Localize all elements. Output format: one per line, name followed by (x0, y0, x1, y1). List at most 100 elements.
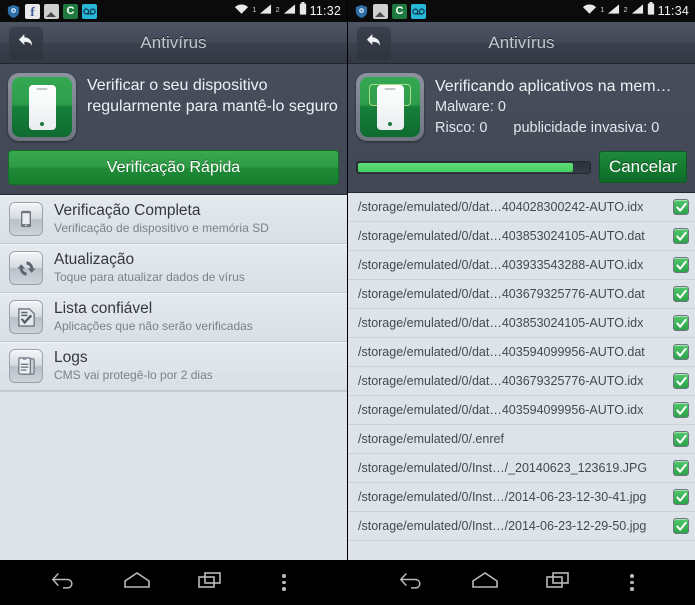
voicemail-icon (82, 3, 97, 19)
menu-item-subtitle: CMS vai protegê-lo por 2 dias (54, 368, 213, 382)
nav-back-button[interactable] (40, 560, 86, 605)
back-arrow-icon (16, 30, 36, 55)
system-nav-bar (0, 560, 347, 605)
menu-item-subtitle: Toque para atualizar dados de vírus (54, 270, 245, 284)
system-nav-bar (348, 560, 695, 605)
scan-progress-card: Verificando aplicativos na mem… Malware:… (348, 64, 695, 193)
c-app-icon: C (63, 3, 78, 19)
file-path: /storage/emulated/0/dat…404028300242-AUT… (358, 200, 644, 214)
page-title: Antivírus (140, 32, 207, 52)
quick-scan-button[interactable]: Verificação Rápida (8, 150, 339, 185)
nav-back-button[interactable] (388, 560, 434, 605)
right-screen: C 1 2 11:34 Antivírus Verificando aplica… (347, 0, 695, 605)
file-row: /storage/emulated/0/dat…403853024105-AUT… (348, 309, 695, 338)
menu-item-title: Logs (54, 349, 88, 366)
status-notification-icons: f C (6, 3, 97, 19)
nav-home-button[interactable] (114, 560, 160, 605)
back-arrow-icon (364, 30, 384, 55)
battery-icon (647, 2, 655, 20)
menu-item-subtitle: Verificação de dispositivo e memória SD (54, 221, 269, 235)
check-icon (673, 228, 689, 244)
clock: 11:32 (309, 4, 341, 18)
nav-home-button[interactable] (462, 560, 508, 605)
check-icon (673, 199, 689, 215)
nav-home-icon (471, 570, 499, 595)
check-icon (673, 489, 689, 505)
menu-item-title: Lista confiável (54, 300, 153, 317)
nav-overflow-icon (282, 574, 286, 591)
logs-icon (9, 349, 43, 383)
menu-item-update[interactable]: Atualização Toque para atualizar dados d… (0, 244, 347, 293)
checklist-icon (9, 300, 43, 334)
check-icon (673, 344, 689, 360)
nav-back-icon (398, 570, 424, 595)
facebook-icon: f (25, 3, 40, 19)
status-bar: f C 1 2 11:32 (0, 0, 347, 22)
phone-scan-icon (8, 73, 76, 141)
check-icon (673, 257, 689, 273)
sim1-label: 1 (252, 5, 257, 14)
back-button[interactable] (9, 25, 43, 60)
menu-item-full-scan[interactable]: Verificação Completa Verificação de disp… (0, 195, 347, 244)
file-path: /storage/emulated/0/dat…403933543288-AUT… (358, 258, 644, 272)
nav-overflow-icon (630, 574, 634, 591)
file-row: /storage/emulated/0/dat…404028300242-AUT… (348, 193, 695, 222)
nav-overflow-button[interactable] (261, 560, 307, 605)
cancel-button[interactable]: Cancelar (598, 151, 687, 183)
check-icon (673, 518, 689, 534)
promo-message: Verificar o seu dispositivo regularmente… (87, 77, 338, 115)
gallery-icon (44, 3, 59, 19)
file-row: /storage/emulated/0/dat…403679325776-AUT… (348, 280, 695, 309)
nav-recents-icon (197, 570, 223, 595)
file-path: /storage/emulated/0/dat…403594099956-AUT… (358, 345, 645, 359)
clock: 11:34 (657, 4, 689, 18)
file-path: /storage/emulated/0/dat…403853024105-AUT… (358, 229, 645, 243)
file-row: /storage/emulated/0/.enref (348, 425, 695, 454)
nav-recents-button[interactable] (535, 560, 581, 605)
status-system-icons: 1 2 11:34 (582, 2, 689, 20)
scan-status-text: Verificando aplicativos na mem… (435, 78, 672, 95)
sim2-signal-icon (631, 2, 644, 20)
check-icon (673, 431, 689, 447)
check-icon (673, 402, 689, 418)
check-icon (673, 373, 689, 389)
adware-count: publicidade invasiva: 0 (513, 120, 660, 136)
scan-progress-bar (356, 160, 591, 174)
check-icon (673, 460, 689, 476)
check-icon (673, 286, 689, 302)
sim2-signal-icon (283, 2, 296, 20)
shield-icon (6, 4, 21, 19)
menu-item-title: Verificação Completa (54, 202, 201, 219)
menu-item-trusted-list[interactable]: Lista confiável Aplicações que não serão… (0, 293, 347, 342)
voicemail-icon (411, 3, 426, 19)
sim2-label: 2 (623, 5, 628, 14)
nav-recents-icon (545, 570, 571, 595)
menu-item-logs[interactable]: Logs CMS vai protegê-lo por 2 dias (0, 342, 347, 391)
file-row: /storage/emulated/0/dat…403679325776-AUT… (348, 367, 695, 396)
refresh-icon (9, 251, 43, 285)
file-row: /storage/emulated/0/Inst…/_20140623_1236… (348, 454, 695, 483)
scanned-files-list[interactable]: /storage/emulated/0/dat…404028300242-AUT… (348, 193, 695, 560)
file-path: /storage/emulated/0/.enref (358, 432, 504, 446)
sim2-label: 2 (275, 5, 280, 14)
file-row: /storage/emulated/0/dat…403594099956-AUT… (348, 338, 695, 367)
action-bar: Antivírus (348, 22, 695, 64)
nav-overflow-button[interactable] (609, 560, 655, 605)
file-path: /storage/emulated/0/dat…403679325776-AUT… (358, 374, 644, 388)
file-path: /storage/emulated/0/dat…403853024105-AUT… (358, 316, 644, 330)
back-button[interactable] (357, 25, 391, 60)
status-notification-icons: C (354, 3, 426, 19)
gallery-icon (373, 3, 388, 19)
file-row: /storage/emulated/0/dat…403933543288-AUT… (348, 251, 695, 280)
menu-list: Verificação Completa Verificação de disp… (0, 195, 347, 560)
scan-promo-card: Verificar o seu dispositivo regularmente… (0, 64, 347, 195)
malware-count: Malware: 0 (435, 99, 506, 115)
phone-full-scan-icon (9, 202, 43, 236)
page-title: Antivírus (488, 32, 555, 52)
sim1-signal-icon (259, 2, 272, 20)
nav-back-icon (50, 570, 76, 595)
file-row: /storage/emulated/0/Inst…/2014-06-23-12-… (348, 483, 695, 512)
battery-icon (299, 2, 307, 20)
nav-recents-button[interactable] (187, 560, 233, 605)
file-path: /storage/emulated/0/Inst…/_20140623_1236… (358, 461, 648, 475)
